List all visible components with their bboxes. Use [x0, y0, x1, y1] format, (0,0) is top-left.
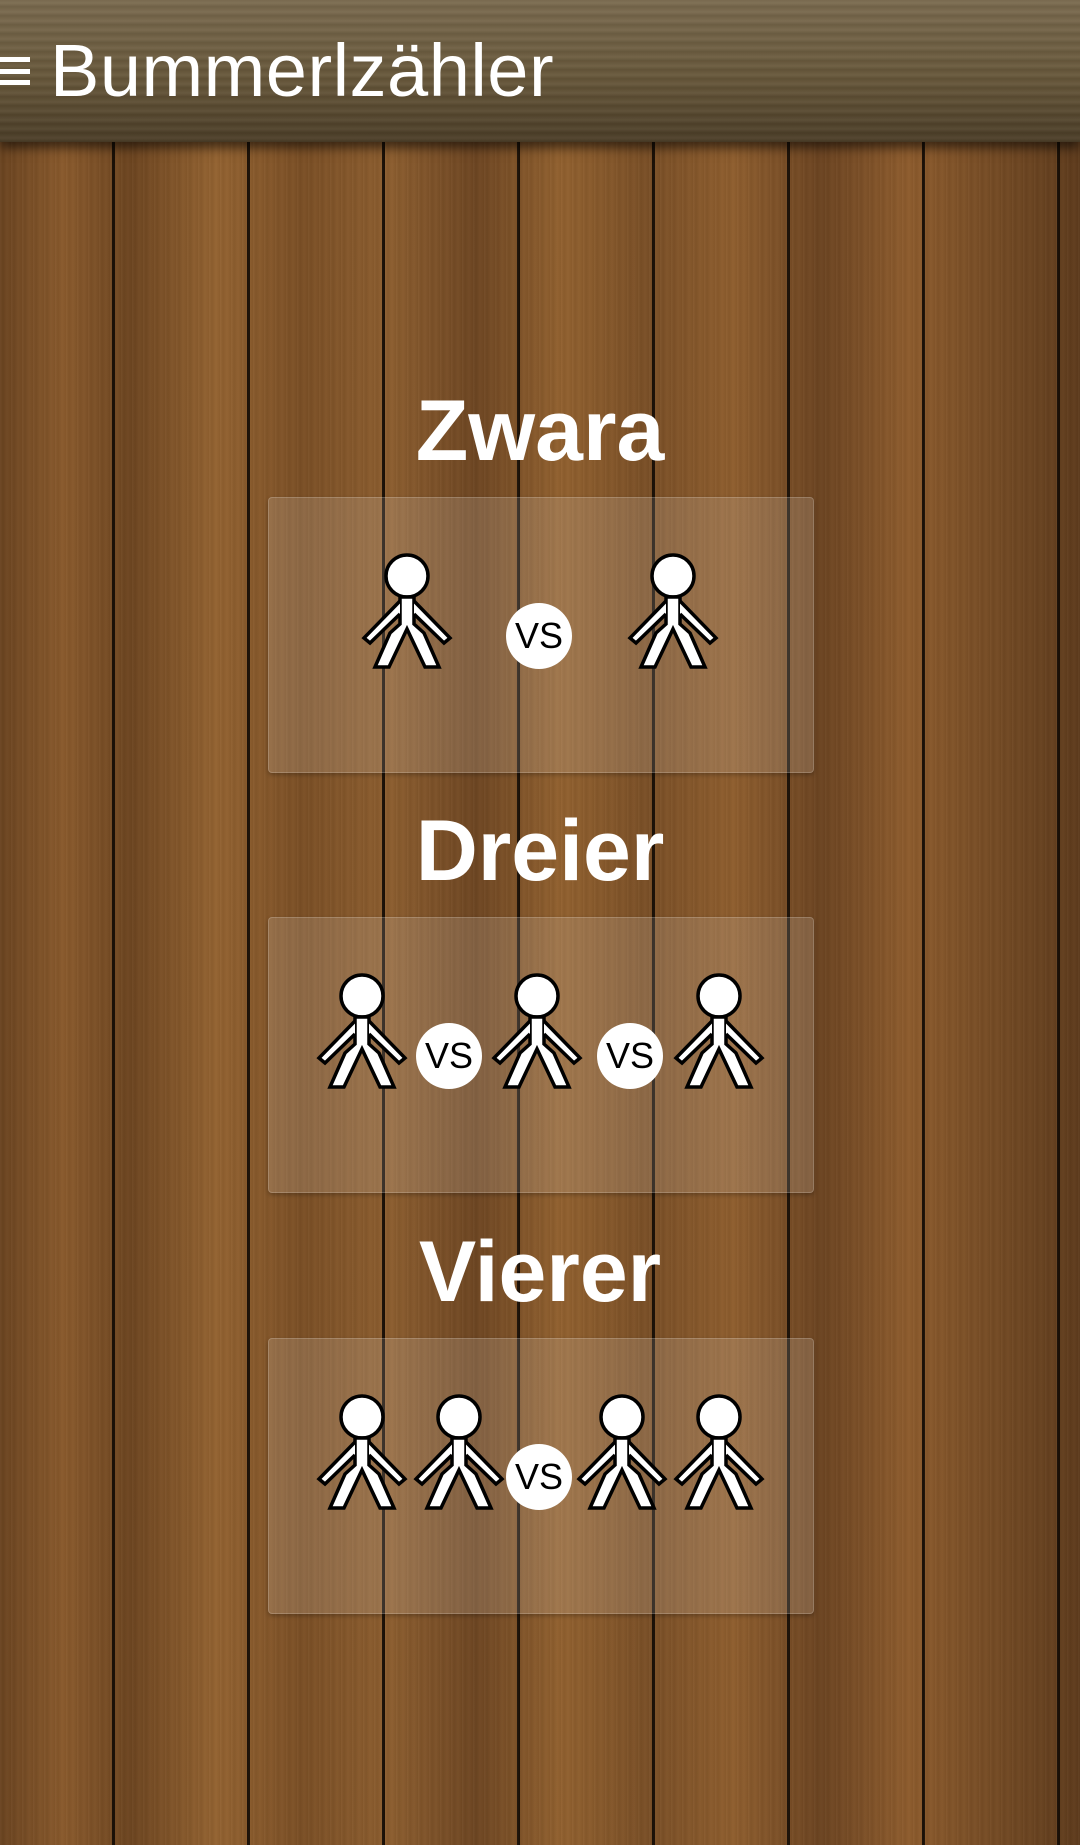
mode-title-zwara: Zwara — [415, 383, 665, 479]
svg-text:VS: VS — [425, 1035, 473, 1076]
app-bar: Bummerlzähler — [0, 0, 1080, 142]
hamburger-menu-icon[interactable] — [0, 53, 30, 89]
players-illustration-zwara: VS — [362, 553, 718, 669]
players-illustration-dreier: VS VS — [317, 973, 764, 1089]
mode-title-vierer: Vierer — [418, 1224, 662, 1320]
players-illustration-vierer: VS — [317, 1394, 764, 1510]
vs-badge: VS — [597, 1023, 663, 1089]
svg-text:VS: VS — [606, 1035, 654, 1076]
player-figure-icon — [577, 1394, 667, 1510]
mode-card-vierer[interactable]: VS — [268, 1338, 814, 1614]
svg-text:VS: VS — [515, 615, 563, 656]
mode-title-dreier: Dreier — [415, 803, 665, 899]
player-figure-icon — [317, 973, 407, 1089]
vs-badge: VS — [416, 1023, 482, 1089]
app-title: Bummerlzähler — [50, 29, 555, 112]
player-figure-icon — [414, 1394, 504, 1510]
player-figure-icon — [492, 973, 582, 1089]
svg-text:VS: VS — [515, 1456, 563, 1497]
vs-badge: VS — [506, 603, 572, 669]
vs-badge: VS — [506, 1444, 572, 1510]
mode-card-dreier[interactable]: VS VS — [268, 917, 814, 1193]
player-figure-icon — [362, 553, 452, 669]
player-figure-icon — [317, 1394, 407, 1510]
player-figure-icon — [674, 973, 764, 1089]
mode-card-zwara[interactable]: VS — [268, 497, 814, 773]
player-figure-icon — [628, 553, 718, 669]
player-figure-icon — [674, 1394, 764, 1510]
